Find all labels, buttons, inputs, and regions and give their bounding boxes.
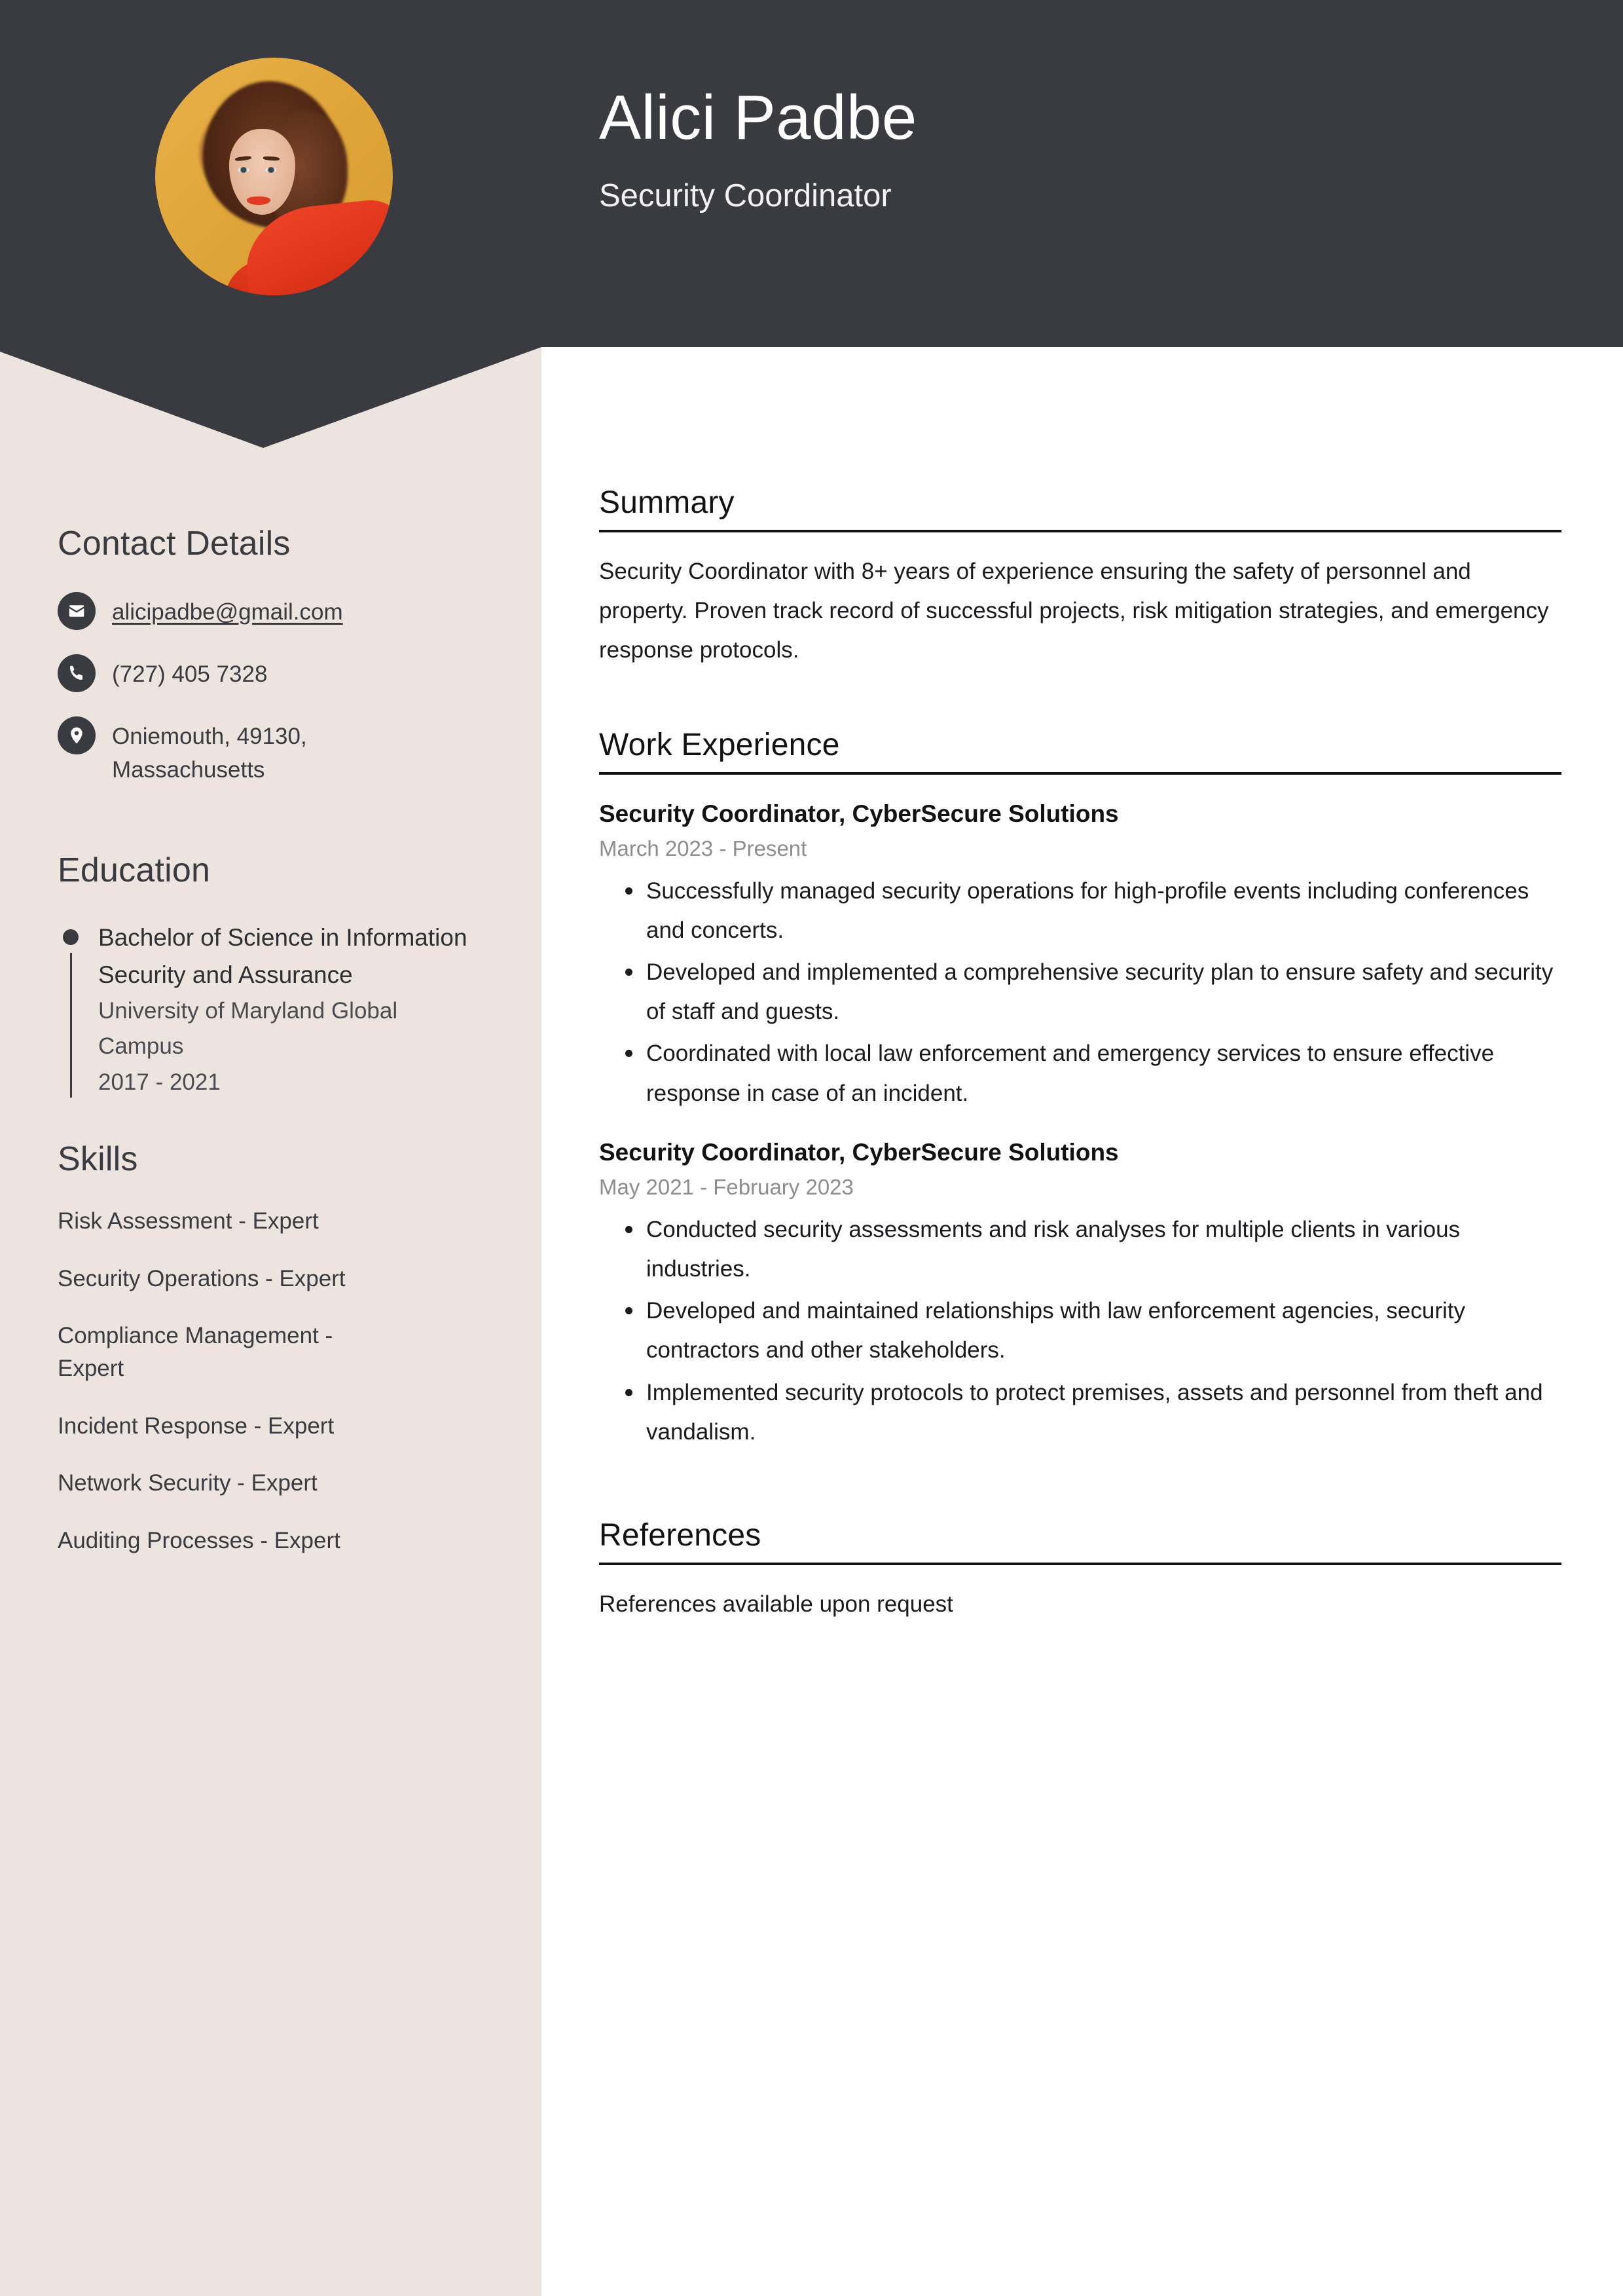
list-item: Compliance Management - Expert bbox=[58, 1323, 333, 1381]
envelope-icon bbox=[58, 592, 96, 630]
list-item: Coordinated with local law enforcement a… bbox=[599, 1034, 1561, 1113]
list-item: Developed and implemented a comprehensiv… bbox=[599, 953, 1561, 1031]
education-timeline-line bbox=[70, 952, 72, 1098]
list-item: Network Security - Expert bbox=[58, 1470, 318, 1496]
contact-location-value: Oniemouth, 49130, Massachusetts bbox=[112, 724, 307, 783]
education-section: Education Bachelor of Science in Informa… bbox=[58, 851, 484, 1100]
list-item: Incident Response - Expert bbox=[58, 1413, 335, 1439]
phone-icon bbox=[58, 654, 96, 692]
skills-section: Skills Risk Assessment - Expert Security… bbox=[58, 1139, 484, 1557]
work-experience-section: Work Experience Security Coordinator, Cy… bbox=[599, 727, 1561, 1452]
job-dates: May 2021 - February 2023 bbox=[599, 1174, 854, 1199]
work-experience-item: Security Coordinator, CyberSecure Soluti… bbox=[599, 798, 1561, 1113]
contact-item-phone[interactable]: (727) 405 7328 bbox=[58, 654, 484, 692]
references-section: References References available upon req… bbox=[599, 1517, 1561, 1624]
job-role: Security Coordinator, CyberSecure Soluti… bbox=[599, 800, 1119, 827]
sidebar: Contact Details alicipadbe@gmail.com (72… bbox=[0, 524, 541, 1582]
contact-phone-value: (727) 405 7328 bbox=[112, 661, 268, 687]
resume-page: Alici Padbe Security Coordinator Contact… bbox=[0, 0, 1623, 2296]
header-text-block: Alici Padbe Security Coordinator bbox=[599, 83, 917, 214]
contact-details-heading: Contact Details bbox=[58, 525, 291, 563]
list-item: Risk Assessment - Expert bbox=[58, 1208, 319, 1234]
skills-heading: Skills bbox=[58, 1139, 138, 1178]
education-school: University of Maryland Global Campus bbox=[98, 998, 398, 1060]
skills-list: Risk Assessment - Expert Security Operat… bbox=[58, 1205, 484, 1557]
work-experience-item: Security Coordinator, CyberSecure Soluti… bbox=[599, 1137, 1561, 1452]
contact-list: alicipadbe@gmail.com (727) 405 7328 Onie… bbox=[58, 592, 484, 787]
contact-details-section: Contact Details alicipadbe@gmail.com (72… bbox=[58, 524, 484, 787]
location-pin-icon bbox=[58, 716, 96, 754]
list-item: Implemented security protocols to protec… bbox=[599, 1373, 1561, 1452]
job-bullet-list: Successfully managed security operations… bbox=[599, 872, 1561, 1113]
references-heading: References bbox=[599, 1517, 1561, 1565]
education-years: 2017 - 2021 bbox=[98, 1069, 221, 1095]
education-list: Bachelor of Science in Information Secur… bbox=[58, 919, 484, 1100]
list-item: Conducted security assessments and risk … bbox=[599, 1210, 1561, 1289]
avatar bbox=[155, 58, 393, 295]
job-dates: March 2023 - Present bbox=[599, 836, 807, 861]
list-item: Auditing Processes - Expert bbox=[58, 1528, 340, 1554]
list-item: Successfully managed security operations… bbox=[599, 872, 1561, 950]
main-content: Summary Security Coordinator with 8+ yea… bbox=[599, 485, 1561, 1624]
job-role: Security Coordinator, CyberSecure Soluti… bbox=[599, 1138, 1119, 1166]
education-item: Bachelor of Science in Information Secur… bbox=[58, 919, 484, 1100]
contact-item-location: Oniemouth, 49130, Massachusetts bbox=[58, 716, 484, 787]
summary-heading: Summary bbox=[599, 485, 1561, 532]
education-bullet-icon bbox=[63, 929, 79, 945]
education-heading: Education bbox=[58, 851, 211, 889]
list-item: Security Operations - Expert bbox=[58, 1265, 346, 1291]
references-text: References available upon request bbox=[599, 1591, 953, 1617]
summary-section: Summary Security Coordinator with 8+ yea… bbox=[599, 485, 1561, 671]
work-experience-heading: Work Experience bbox=[599, 727, 1561, 775]
page-title: Alici Padbe bbox=[599, 83, 917, 153]
avatar-photo bbox=[155, 58, 393, 295]
contact-item-email[interactable]: alicipadbe@gmail.com bbox=[58, 592, 484, 630]
education-degree: Bachelor of Science in Information Secur… bbox=[98, 923, 467, 988]
job-bullet-list: Conducted security assessments and risk … bbox=[599, 1210, 1561, 1452]
list-item: Developed and maintained relationships w… bbox=[599, 1291, 1561, 1370]
contact-email-value[interactable]: alicipadbe@gmail.com bbox=[112, 592, 343, 629]
header-job-title: Security Coordinator bbox=[599, 177, 892, 213]
summary-text: Security Coordinator with 8+ years of ex… bbox=[599, 559, 1549, 663]
